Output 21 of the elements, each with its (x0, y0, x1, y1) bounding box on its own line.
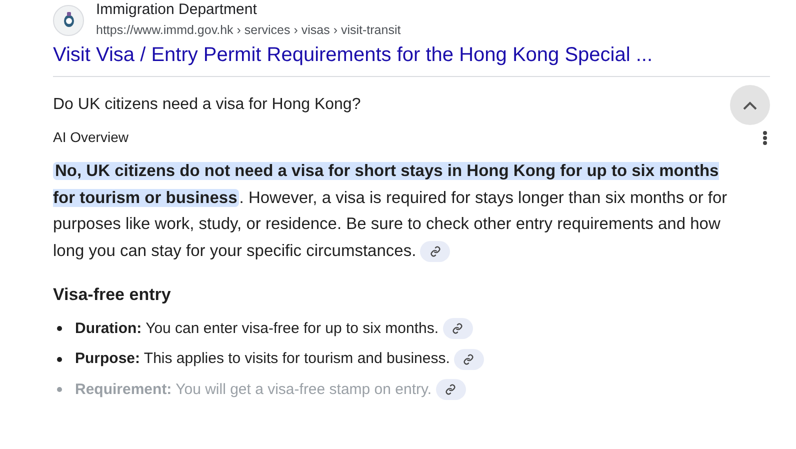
site-url: https://www.immd.gov.hk › services › visas › visit-transit (96, 22, 401, 39)
chevron-icon (743, 100, 757, 110)
source-link-button[interactable] (436, 379, 466, 400)
bullet-text: Purpose: This applies to visits for tourism and business. (75, 349, 450, 369)
source-link-button[interactable] (442, 318, 473, 340)
ai-overview-label: AI Overview (53, 128, 128, 147)
result-title-link[interactable]: Visit Visa / Entry Permit Requirements for the Hong Kong Special ... (53, 42, 796, 68)
link-icon (430, 246, 441, 257)
section-heading: Visa-free entry (53, 284, 172, 306)
link-icon (445, 384, 456, 396)
more-options-icon[interactable] (763, 130, 767, 144)
source-link-button[interactable] (420, 240, 450, 262)
site-logo-icon (53, 4, 84, 36)
question-text: Do UK citizens need a visa for Hong Kong? (53, 95, 361, 115)
source-link-button[interactable] (454, 348, 484, 370)
overview-paragraph: No, UK citizens do not need a visa for short stays in Hong Kong for up to six months for tourism or business. However, a visa is required for stays longer than six months or for purposes like work, study, or residence. Be sure to check other entry requirements and how long you can stay for your specific circumstances. (53, 158, 745, 264)
link-icon (452, 323, 464, 334)
site-name: Immigration Department (96, 0, 258, 20)
bullet-text: Requirement: You will get a visa-free stamp on entry. (75, 380, 432, 400)
link-icon (463, 354, 474, 365)
bullet-text: Duration: You can enter visa-free for up to six months. (75, 318, 439, 338)
